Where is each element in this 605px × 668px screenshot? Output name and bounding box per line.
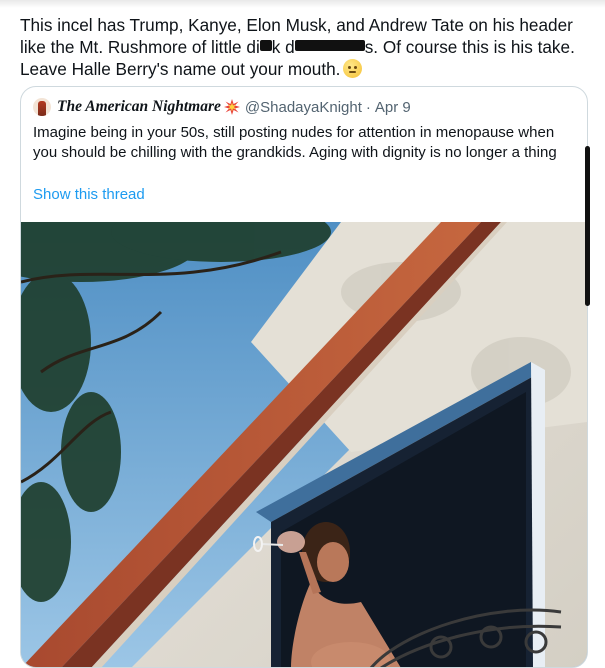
show-thread-link[interactable]: Show this thread xyxy=(33,186,145,203)
quoted-date[interactable]: Apr 9 xyxy=(375,99,411,116)
previous-tweet-edge xyxy=(0,0,605,8)
header-separator: · xyxy=(365,98,371,116)
tweet-text-part2: k d xyxy=(271,37,295,57)
redaction-bar xyxy=(294,40,365,51)
quoted-tweet-card[interactable]: The American Nightmare @ShadayaKnight · … xyxy=(20,86,588,668)
quoted-handle[interactable]: @ShadayaKnight xyxy=(245,99,362,116)
quoted-tweet-header: The American Nightmare @ShadayaKnight · … xyxy=(33,97,411,117)
quoted-tweet-photo[interactable] xyxy=(21,222,587,667)
quoted-tweet-text: Imagine being in your 50s, still posting… xyxy=(33,124,557,161)
collision-burst-icon xyxy=(223,99,240,115)
scrollbar-thumb[interactable] xyxy=(585,146,590,306)
rolling-eyes-emoji-icon xyxy=(343,59,363,78)
tweet-text: This incel has Trump, Kanye, Elon Musk, … xyxy=(20,14,590,80)
avatar[interactable] xyxy=(33,98,51,116)
quoted-display-name[interactable]: The American Nightmare xyxy=(57,98,221,116)
redaction-bar xyxy=(259,40,272,51)
